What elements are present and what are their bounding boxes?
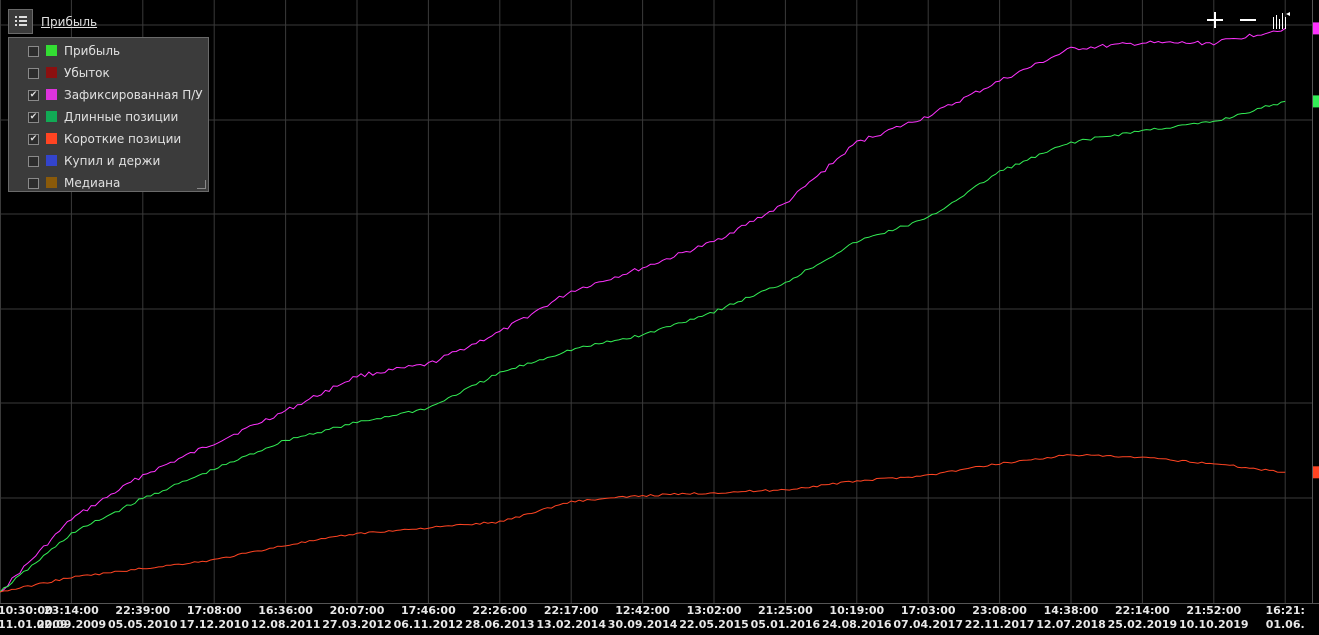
x-tick-date: 05.01.2016 [750,618,821,631]
legend-swatch [46,155,57,166]
legend-swatch [46,111,57,122]
x-tick-time: 14:38:00 [1043,604,1099,617]
x-tick-date: 22.05.2015 [679,618,749,631]
legend-swatch [46,177,57,188]
legend-item[interactable]: Медиана [9,172,209,194]
x-tick-date: 28.06.2013 [465,618,535,631]
x-tick-label: 16:21: 01.06. [1250,604,1319,632]
legend-item[interactable]: ✔ Короткие позиции [9,128,209,150]
x-tick-date: 07.04.2017 [893,618,963,631]
legend-item[interactable]: Купил и держи [9,150,209,172]
checkbox-checked-icon[interactable]: ✔ [28,134,39,145]
legend-label: Зафиксированная П/У [64,88,203,102]
x-tick-date: 02.09.2009 [36,618,107,631]
x-tick-time: 22:14:00 [1115,604,1170,617]
x-tick-label: 17:46:00 06.11.2012 [393,604,464,632]
x-tick-time: 17:03:00 [900,604,956,617]
legend-label: Короткие позиции [64,132,182,146]
legend-label: Медиана [64,176,121,190]
x-tick-time: 23:08:00 [972,604,1027,617]
x-tick-label: 14:38:00 12.07.2018 [1036,604,1106,632]
x-tick-date: 05.05.2010 [108,618,178,631]
series-end-markers [1313,22,1319,479]
legend-panel: Прибыль Убыток ✔ Зафиксированная П/У ✔ Длинны… [8,37,209,192]
checkbox-checked-icon[interactable]: ✔ [28,112,39,123]
x-tick-label: 22:17:00 13.02.2014 [536,604,606,632]
fit-chart-button[interactable] [1269,8,1293,32]
x-tick-date: 01.06. [1265,618,1305,631]
x-tick-label: 23:14:00 02.09.2009 [36,604,107,632]
checkbox-icon[interactable] [28,178,39,189]
x-tick-date: 12.07.2018 [1036,618,1106,631]
legend-item[interactable]: Убыток [9,62,209,84]
x-tick-time: 16:36:00 [258,604,313,617]
zoom-out-button[interactable] [1236,8,1260,32]
x-tick-date: 30.09.2014 [607,618,678,631]
x-tick-date: 12.08.2011 [250,618,321,631]
x-tick-time: 10:19:00 [829,604,885,617]
minus-icon [1240,19,1256,21]
x-tick-label: 23:08:00 22.11.2017 [965,604,1035,632]
x-tick-label: 21:25:00 05.01.2016 [750,604,821,632]
x-tick-date: 25.02.2019 [1107,618,1178,631]
x-tick-time: 22:17:00 [543,604,599,617]
x-tick-date: 06.11.2012 [393,618,464,631]
x-tick-label: 22:14:00 25.02.2019 [1107,604,1178,632]
x-tick-date: 27.03.2012 [322,618,392,631]
legend-swatch [46,67,57,78]
x-tick-date: 10.10.2019 [1179,618,1249,631]
x-tick-time: 17:46:00 [401,604,456,617]
x-tick-label: 20:07:00 27.03.2012 [322,604,392,632]
x-tick-date: 24.08.2016 [822,618,892,631]
checkbox-checked-icon[interactable]: ✔ [28,90,39,101]
checkbox-icon[interactable] [28,156,39,167]
x-tick-label: 16:36:00 12.08.2011 [251,604,321,632]
fit-chart-icon [1273,12,1290,29]
x-tick-label: 13:02:00 22.05.2015 [679,604,749,632]
x-tick-label: 21:52:00 10.10.2019 [1179,604,1249,632]
x-tick-label: 22:39:00 05.05.2010 [108,604,178,632]
legend-swatch [46,133,57,144]
x-tick-time: 21:25:00 [758,604,813,617]
x-tick-time: 16:21: [1265,604,1305,617]
legend-menu-button[interactable] [8,9,33,34]
x-tick-time: 21:52:00 [1186,604,1242,617]
checkbox-icon[interactable] [28,68,39,79]
list-icon [15,16,27,26]
x-tick-time: 12:42:00 [615,604,670,617]
x-tick-date: 22.11.2017 [964,618,1035,631]
x-tick-date: 13.02.2014 [536,618,606,631]
x-tick-time: 22:26:00 [472,604,528,617]
x-tick-time: 20:07:00 [329,604,385,617]
legend-label: Купил и держи [64,154,161,168]
x-tick-label: 17:08:00 17.12.2010 [179,604,249,632]
plus-icon [1207,12,1223,28]
x-tick-label: 12:42:00 30.09.2014 [608,604,678,632]
legend-item[interactable]: ✔ Зафиксированная П/У [9,84,209,106]
series-end-marker [1313,466,1319,479]
legend-item[interactable]: Прибыль [9,40,209,62]
legend-swatch [46,89,57,100]
x-tick-time: 13:02:00 [686,604,742,617]
x-tick-label: 17:03:00 07.04.2017 [893,604,963,632]
legend-label: Прибыль [64,44,121,58]
legend-label: Длинные позиции [64,110,179,124]
series-end-marker [1313,22,1319,35]
zoom-in-button[interactable] [1203,8,1227,32]
series-end-marker [1313,95,1319,108]
x-tick-date: 17.12.2010 [179,618,249,631]
x-tick-time: 17:08:00 [186,604,242,617]
x-tick-label: 22:26:00 28.06.2013 [465,604,535,632]
legend-swatch [46,45,57,56]
x-tick-time: 23:14:00 [44,604,99,617]
legend-item[interactable]: ✔ Длинные позиции [9,106,209,128]
legend-label: Убыток [64,66,110,80]
chart-title[interactable]: Прибыль [41,15,97,29]
x-axis: 10:30:00 11.01.2009 23:14:00 02.09.2009 22:3… [0,604,1319,635]
x-tick-time: 22:39:00 [115,604,171,617]
x-tick-label: 10:19:00 24.08.2016 [822,604,892,632]
checkbox-icon[interactable] [28,46,39,57]
